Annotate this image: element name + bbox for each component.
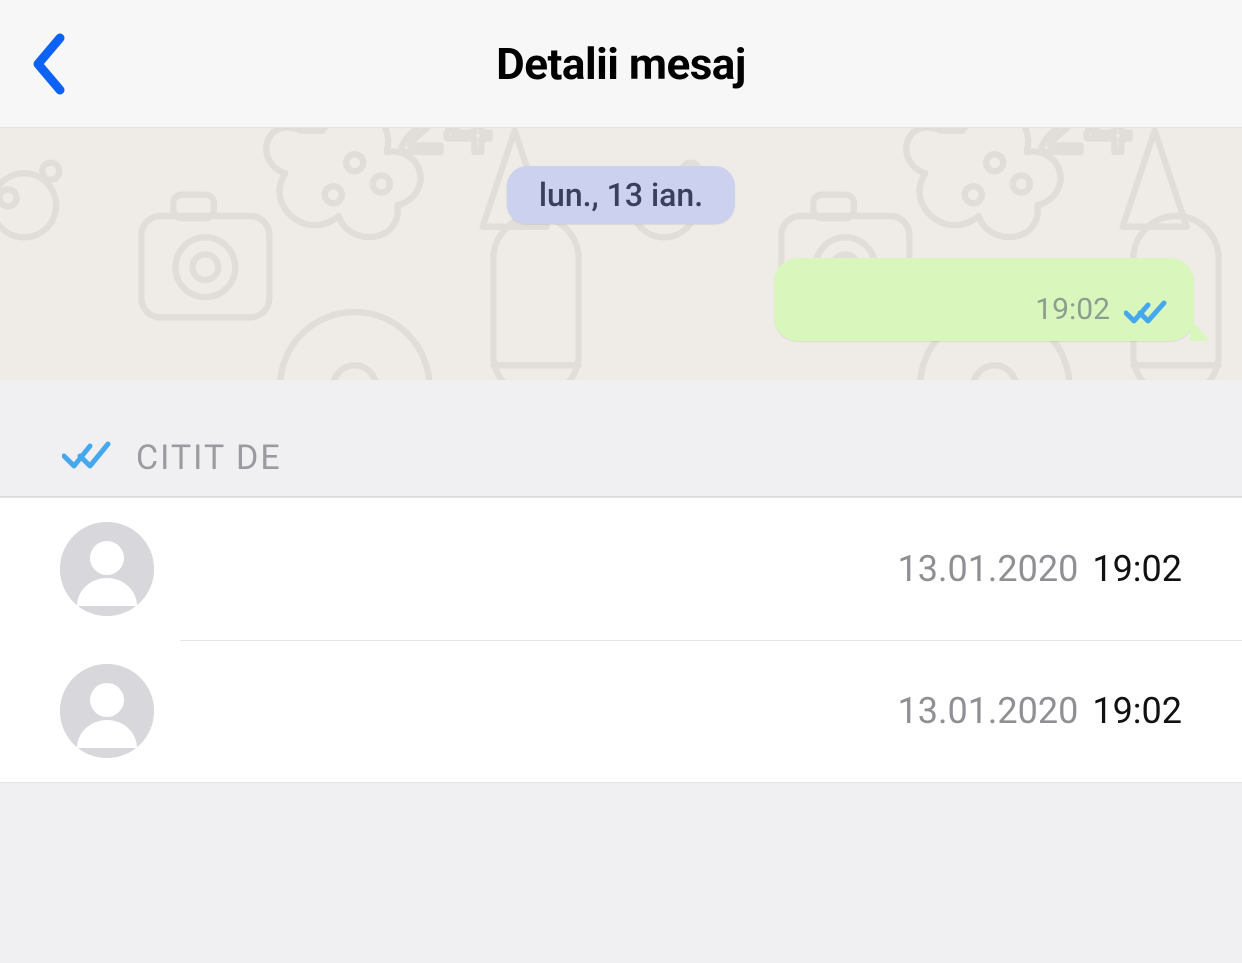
person-icon bbox=[60, 522, 154, 616]
double-check-read-icon bbox=[62, 440, 112, 476]
readers-list: 13.01.2020 19:02 13.01.2020 19:02 bbox=[0, 497, 1242, 783]
chat-preview-area: lun., 13 ian. 19:02 bbox=[0, 128, 1242, 380]
message-time: 19:02 bbox=[1035, 292, 1110, 327]
date-pill: lun., 13 ian. bbox=[507, 166, 735, 224]
chevron-left-icon bbox=[30, 32, 70, 96]
reader-time: 19:02 bbox=[1092, 548, 1182, 590]
header-bar: Detalii mesaj bbox=[0, 0, 1242, 128]
read-by-section-header: CITIT DE bbox=[0, 380, 1242, 497]
page-title: Detalii mesaj bbox=[496, 38, 746, 90]
person-icon bbox=[60, 664, 154, 758]
page-root: Detalii mesaj lun., 13 ian. 19:02 CITIT … bbox=[0, 0, 1242, 963]
list-item[interactable]: 13.01.2020 19:02 bbox=[0, 640, 1242, 782]
double-check-read-icon bbox=[1124, 299, 1168, 327]
reader-date: 13.01.2020 bbox=[898, 690, 1079, 732]
reader-time: 19:02 bbox=[1092, 690, 1182, 732]
avatar bbox=[60, 522, 154, 616]
back-button[interactable] bbox=[30, 29, 84, 99]
avatar bbox=[60, 664, 154, 758]
list-item[interactable]: 13.01.2020 19:02 bbox=[0, 498, 1242, 640]
read-by-label: CITIT DE bbox=[136, 438, 282, 478]
outgoing-message-bubble[interactable]: 19:02 bbox=[774, 258, 1194, 341]
reader-date: 13.01.2020 bbox=[898, 548, 1079, 590]
